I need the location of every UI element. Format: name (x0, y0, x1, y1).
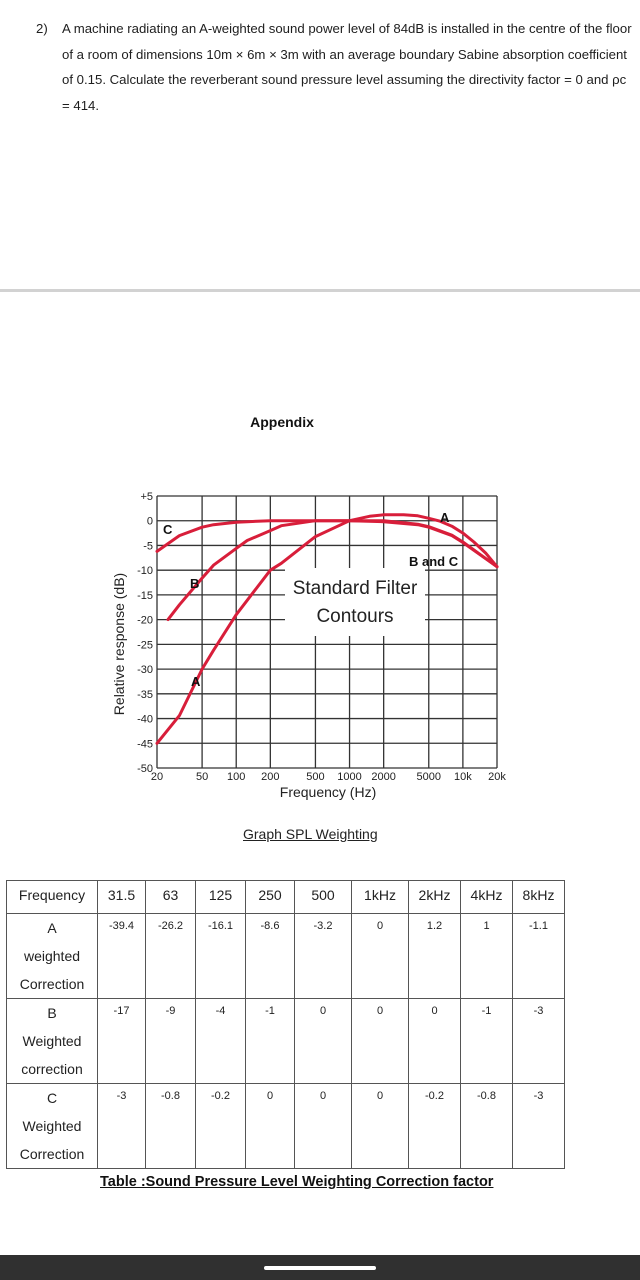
y-tick-label: -10 (137, 565, 153, 577)
table-cell: 0 (351, 1083, 409, 1169)
y-tick-label: -45 (137, 738, 153, 750)
y-tick-label: -25 (137, 639, 153, 651)
x-tick-label: 20k (488, 771, 506, 783)
table-row: C Weighted Correction -3 -0.8 -0.2 0 0 0 -0.2 -0.8… (6, 1083, 565, 1169)
table-cell: -26.2 (145, 913, 196, 999)
y-tick-label: +5 (140, 491, 153, 503)
table-cell: 0 (351, 998, 409, 1084)
row-label-line: weighted (23, 948, 81, 964)
table-cell: 0 (294, 998, 352, 1084)
label-a-left: A (191, 674, 201, 689)
row-label-line: Weighted (22, 1118, 82, 1134)
table-cell: -1 (245, 998, 295, 1084)
table-cell: -8.6 (245, 913, 295, 999)
table-body: Aweighted Correction -39.4 -26.2 -16.1 -8.6 -3… (6, 913, 565, 1169)
legend-line-1: Standard Filter (293, 578, 418, 599)
spl-weighting-chart: +50-5-10-15-20-25-30-35-40-45-5020 50 100 2… (111, 491, 506, 800)
row-label: Aweighted Correction (6, 913, 98, 999)
graph-caption: Graph SPL Weighting (243, 826, 378, 842)
label-b-left: B (190, 576, 199, 591)
x-tick-label: 50 (196, 771, 208, 783)
weighting-table: Frequency 31.5 63 125 250 500 1kHz 2kHz … (6, 880, 565, 1169)
table-cell: -1.1 (512, 913, 565, 999)
y-tick-label: -5 (143, 540, 153, 552)
row-label-line: Weighted (22, 1033, 82, 1049)
label-b-and-c: B and C (409, 554, 459, 569)
table-cell: -9 (145, 998, 196, 1084)
header-freq: 250 (245, 880, 295, 914)
header-freq: 125 (195, 880, 246, 914)
x-tick-label: 5000 (417, 771, 441, 783)
label-a-right: A (440, 510, 450, 525)
android-nav-bar (0, 1255, 640, 1280)
legend-line-2: Contours (316, 606, 393, 627)
x-tick-label: 200 (261, 771, 279, 783)
table-cell: -4 (195, 998, 246, 1084)
y-tick-label: -15 (137, 590, 153, 602)
table-cell: -0.8 (460, 1083, 513, 1169)
table-cell: -3 (97, 1083, 146, 1169)
row-label-line: Correction (19, 976, 85, 992)
table-cell: -0.2 (408, 1083, 461, 1169)
question-text: A machine radiating an A-weighted sound … (62, 21, 632, 113)
row-label: B Weighted correction (6, 998, 98, 1084)
x-tick-label: 100 (227, 771, 245, 783)
x-axis-label: Frequency (Hz) (280, 784, 376, 800)
table-row: Aweighted Correction -39.4 -26.2 -16.1 -8.6 -3… (6, 913, 565, 999)
table-cell: 1 (460, 913, 513, 999)
x-tick-label: 2000 (371, 771, 395, 783)
table-caption: Table :Sound Pressure Level Weighting Co… (100, 1174, 494, 1190)
table-cell: 0 (245, 1083, 295, 1169)
row-label-line: A (47, 920, 57, 936)
question-number: 2) (36, 21, 48, 36)
table-cell: -16.1 (195, 913, 246, 999)
table-cell: -1 (460, 998, 513, 1084)
y-tick-label: -20 (137, 615, 153, 627)
home-gesture-handle[interactable] (264, 1266, 376, 1270)
y-axis-label: Relative response (dB) (111, 573, 127, 715)
header-freq: 500 (294, 880, 352, 914)
header-freq: 4kHz (460, 880, 513, 914)
table-cell: -0.8 (145, 1083, 196, 1169)
x-tick-label: 500 (306, 771, 324, 783)
section-divider (0, 289, 640, 292)
table-header-row: Frequency 31.5 63 125 250 500 1kHz 2kHz … (6, 880, 565, 914)
table-cell: -39.4 (97, 913, 146, 999)
header-freq: 8kHz (512, 880, 565, 914)
row-label-line: B (47, 1005, 57, 1021)
row-label-line: C (46, 1090, 58, 1106)
x-tick-label: 20 (151, 771, 163, 783)
header-freq: 2kHz (408, 880, 461, 914)
y-tick-label: -40 (137, 714, 153, 726)
label-c-left: C (163, 522, 173, 537)
question-block: 2) A machine radiating an A-weighted sou… (36, 16, 636, 118)
x-tick-label: 1000 (337, 771, 361, 783)
table-cell: -3.2 (294, 913, 352, 999)
y-tick-label: -30 (137, 664, 153, 676)
table-cell: -17 (97, 998, 146, 1084)
y-tick-label: 0 (147, 516, 153, 528)
table-cell: -3 (512, 998, 565, 1084)
table-cell: 1.2 (408, 913, 461, 999)
row-label: C Weighted Correction (6, 1083, 98, 1169)
table-cell: 0 (408, 998, 461, 1084)
header-freq: 63 (145, 880, 196, 914)
table-row: B Weighted correction -17 -9 -4 -1 0 0 0 -1 -3 (6, 998, 565, 1084)
header-freq: 31.5 (97, 880, 146, 914)
header-frequency: Frequency (6, 880, 98, 914)
row-label-line: correction (21, 1061, 83, 1077)
table-cell: -0.2 (195, 1083, 246, 1169)
y-tick-label: -35 (137, 689, 153, 701)
x-tick-label: 10k (454, 771, 472, 783)
table-cell: 0 (351, 913, 409, 999)
table-cell: 0 (294, 1083, 352, 1169)
header-freq: 1kHz (351, 880, 409, 914)
row-label-line: Correction (19, 1146, 85, 1162)
table-cell: -3 (512, 1083, 565, 1169)
appendix-title: Appendix (250, 414, 314, 430)
